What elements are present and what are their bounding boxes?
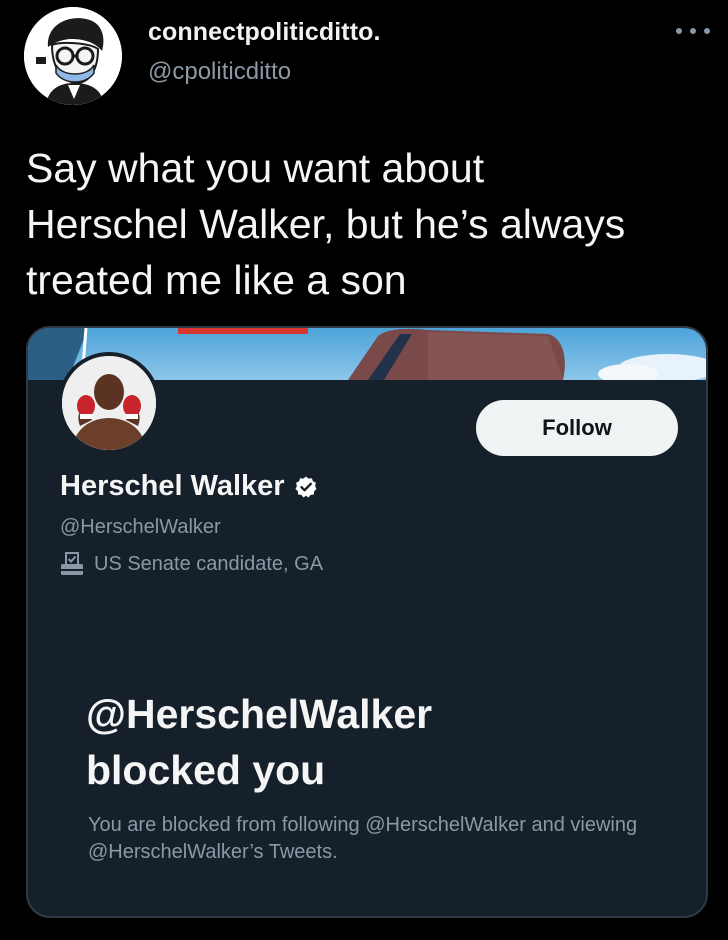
avatar-illustration	[24, 7, 122, 105]
author-display-name[interactable]: connectpoliticditto.	[148, 18, 381, 47]
embedded-profile-card[interactable]: Follow Herschel Walker @HerschelWalker U…	[26, 326, 708, 918]
profile-avatar[interactable]	[58, 352, 160, 454]
follow-button[interactable]: Follow	[476, 400, 678, 456]
more-icon[interactable]	[676, 24, 710, 38]
profile-handle[interactable]: @HerschelWalker	[60, 516, 221, 539]
blocked-title: @HerschelWalker blocked you	[86, 691, 433, 793]
tweet-text: Say what you want about Herschel Walker,…	[26, 145, 626, 303]
author-handle[interactable]: @cpoliticditto	[148, 58, 291, 86]
ballot-box-icon	[61, 552, 83, 575]
profile-bio-row: US Senate candidate, GA	[58, 550, 323, 578]
author-avatar[interactable]	[24, 7, 122, 105]
more-dot	[690, 28, 696, 34]
profile-photo	[62, 356, 156, 450]
profile-name[interactable]: Herschel Walker	[60, 470, 285, 503]
more-dot	[704, 28, 710, 34]
blocked-description: You are blocked from following @Herschel…	[88, 814, 638, 863]
more-dot	[676, 28, 682, 34]
profile-name-row: Herschel Walker	[60, 470, 318, 503]
verified-badge-icon	[295, 476, 317, 497]
profile-bio: US Senate candidate, GA	[94, 552, 324, 575]
